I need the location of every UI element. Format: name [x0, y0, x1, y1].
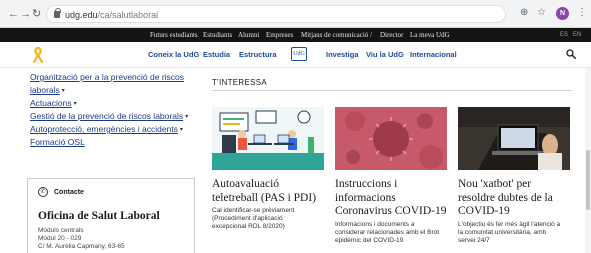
card-desc-line: considerar relacionades amb el Brot	[335, 229, 440, 236]
card-title-line: Nou 'xatbot' per	[458, 178, 532, 190]
url-host: udg.edu	[65, 10, 98, 20]
chevron-down-icon: ▾	[185, 114, 189, 120]
card-desc-line: servei 24/7	[458, 237, 490, 244]
toplink-estudiants[interactable]: Estudiants	[203, 30, 232, 40]
udg-logo[interactable]: UdG	[291, 47, 307, 61]
reload-icon[interactable]: ↻	[32, 8, 41, 20]
card-desc-line: (Procediment d'aplicació	[212, 215, 283, 222]
card-image-coronavirus[interactable]	[335, 107, 447, 170]
toplink-separator: /	[370, 31, 372, 39]
card-title-line: resoldre dubtes de la	[458, 191, 553, 204]
section-title: T'INTERESSA	[212, 78, 268, 87]
toplink-director[interactable]: Director	[380, 30, 403, 40]
browser-toolbar: ← → ↻ udg.edu/ca/salutlaboral ⊕ ☆ N ⋮	[0, 0, 591, 28]
card-desc-teletreball: Cal identificar-se prèviament (Procedime…	[212, 207, 294, 231]
contact-box: ✆ Contacte Oficina de Salut Laboral Mòdu…	[27, 178, 195, 253]
zoom-icon[interactable]: ⊕	[520, 7, 528, 19]
chevron-down-icon: ▾	[61, 88, 65, 94]
forward-icon[interactable]: →	[20, 8, 31, 20]
nav-estudia[interactable]: Estudia	[203, 50, 230, 60]
lang-en[interactable]: EN	[573, 30, 581, 40]
card-desc-xatbot: L'objectiu és fer més àgil l'atenció a l…	[458, 221, 560, 245]
chevron-down-icon: ▾	[179, 127, 183, 133]
card-desc-line: L'objectiu és fer més àgil l'atenció a	[458, 221, 561, 228]
toplink-la-meva-udg[interactable]: La meva UdG	[410, 30, 450, 40]
contact-address-line: C/ M. Aurèlia Capmany, 63-65	[38, 243, 125, 250]
url-text: udg.edu/ca/salutlaboral	[65, 9, 158, 21]
contact-address-line: Mòdul 20 - 029	[38, 235, 82, 242]
card-title-line: Coronavirus COVID-19	[335, 205, 447, 217]
nav-coneix-la-udg[interactable]: Coneix la UdG	[148, 50, 199, 60]
card-image-xatbot[interactable]	[458, 107, 570, 170]
toplink-alumni[interactable]: Alumni	[238, 30, 259, 40]
sidebar-item-gestio-label: Gestió de la prevenció de riscos laboral…	[30, 111, 184, 121]
section-divider	[212, 90, 572, 91]
card-title-xatbot[interactable]: Nou 'xatbot' per resoldre dubtes de la C…	[458, 178, 553, 219]
sidebar-item-laborals-label: laborals	[30, 85, 60, 95]
card-desc-line: epidèmic del COVID-19	[335, 237, 404, 244]
sidebar-item-gestio[interactable]: Gestió de la prevenció de riscos laboral…	[30, 111, 188, 123]
contact-office-name: Oficina de Salut Laboral	[38, 210, 160, 222]
top-utility-bar: Futurs estudiants Estudiants Alumni Empr…	[0, 28, 591, 42]
ribbon-icon[interactable]	[32, 47, 44, 63]
toplink-empreses[interactable]: Empreses	[266, 30, 293, 40]
card-title-line: Autoavaluació	[212, 178, 280, 190]
sidebar-item-actuacions[interactable]: Actuacions ▾	[30, 98, 77, 110]
url-path: /ca/salutlaboral	[97, 10, 159, 20]
sidebar-item-autoproteccio[interactable]: Autoprotecció, emergències i accidents ▾	[30, 124, 183, 136]
back-icon[interactable]: ←	[8, 8, 19, 20]
browser-menu-icon[interactable]: ⋮	[577, 7, 587, 19]
sidebar-item-organitzacio[interactable]: Organització per a la prevenció de risco…	[30, 72, 184, 83]
scrollbar-thumb[interactable]	[586, 150, 590, 210]
card-desc-line: la comunitat universitària, amb	[458, 229, 547, 236]
address-bar[interactable]: udg.edu/ca/salutlaboral	[46, 5, 506, 23]
contact-title: Contacte	[54, 189, 84, 196]
card-title-teletreball[interactable]: Autoavaluació teletreball (PAS i PDI)	[212, 178, 316, 205]
nav-investiga[interactable]: Investiga	[326, 50, 359, 60]
card-title-coronavirus[interactable]: Instruccions i informacions Coronavirus …	[335, 178, 446, 219]
search-icon[interactable]	[566, 49, 576, 59]
card-desc-line: Cal identificar-se prèviament	[212, 207, 295, 214]
nav-viu-la-udg[interactable]: Viu la UdG	[366, 50, 404, 60]
contact-address-line: Mòduls centrals	[38, 227, 84, 234]
card-title-line: COVID-19	[458, 205, 510, 217]
card-title-line: Instruccions i	[335, 178, 398, 190]
lang-es[interactable]: ES	[560, 30, 568, 40]
card-image-teletreball[interactable]	[212, 107, 324, 170]
main-navigation: Coneix la UdG Estudia Estructura UdG Inv…	[0, 42, 591, 68]
card-desc-line: Informacions i documents a	[335, 221, 415, 228]
card-title-line: teletreball (PAS i PDI)	[212, 191, 317, 204]
toplink-futurs-estudiants[interactable]: Futurs estudiants	[150, 30, 198, 40]
sidebar-item-actuacions-label: Actuacions	[30, 98, 72, 108]
profile-avatar[interactable]: N	[556, 7, 569, 20]
sidebar-item-autoproteccio-label: Autoprotecció, emergències i accidents	[30, 124, 178, 134]
lock-icon	[54, 8, 61, 18]
card-desc-line: excepcional RDL 8/2020)	[212, 223, 285, 230]
nav-estructura[interactable]: Estructura	[239, 50, 277, 60]
card-desc-coronavirus: Informacions i documents a considerar re…	[335, 221, 439, 245]
star-icon[interactable]: ☆	[537, 7, 546, 19]
toplink-mitjans[interactable]: Mitjans de comunicació	[301, 30, 368, 40]
chevron-down-icon: ▾	[73, 101, 77, 107]
sidebar-item-organitzacio-cont[interactable]: laborals ▾	[30, 85, 65, 97]
sidebar-item-formacio[interactable]: Formació OSL	[30, 137, 85, 148]
card-title-line: informacions	[335, 191, 396, 204]
phone-icon: ✆	[38, 187, 48, 197]
nav-internacional[interactable]: Internacional	[410, 50, 457, 60]
